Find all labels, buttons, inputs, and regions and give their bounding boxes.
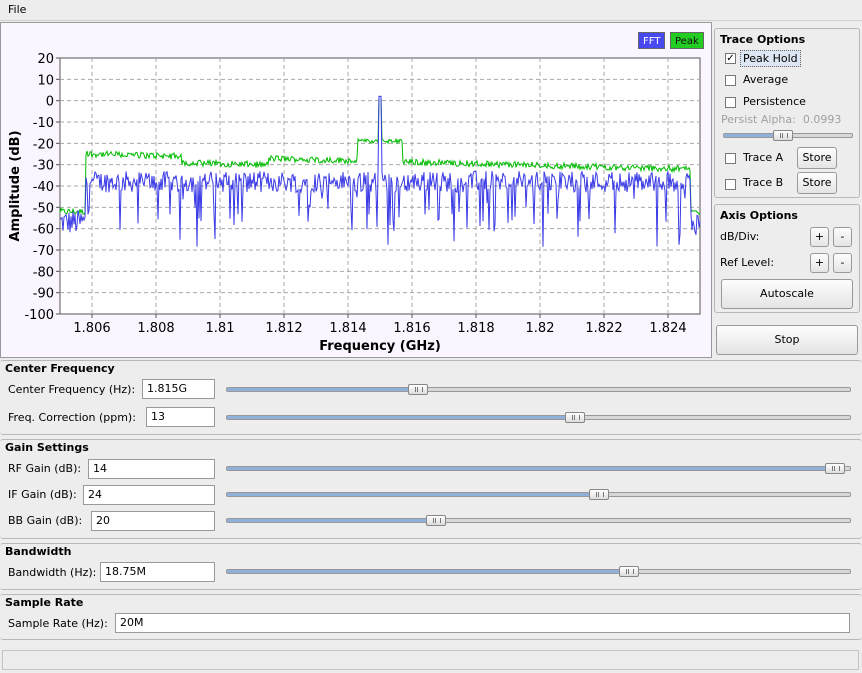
bandwidth-title: Bandwidth <box>5 545 72 558</box>
y-tick-label: -20 <box>33 137 54 152</box>
bb-gain-slider-track[interactable] <box>226 518 851 523</box>
bandwidth-label: Bandwidth (Hz): <box>8 566 97 579</box>
x-axis-label: Frequency (GHz) <box>319 339 441 354</box>
if-gain-slider-track[interactable] <box>226 492 851 497</box>
gain-settings-title: Gain Settings <box>5 441 89 454</box>
side-panel: Trace Options ✓ Peak Hold Average Persis… <box>714 22 862 358</box>
center-frequency-group: Center Frequency Center Frequency (Hz): … <box>0 360 862 435</box>
x-tick-label: 1.806 <box>73 321 110 336</box>
average-label[interactable]: Average <box>743 73 788 86</box>
axis-options-title: Axis Options <box>720 209 798 222</box>
spectrum-plot-frame: FFT Peak 20 10 0 -10 -20 -30 -40 -50 -60 -70 -80 -9… <box>0 22 712 358</box>
y-tick-label: -100 <box>24 308 54 323</box>
bandwidth-group: Bandwidth Bandwidth (Hz): 18.75M <box>0 543 862 590</box>
freq-correction-slider-handle[interactable] <box>565 412 585 423</box>
trace-b-store-button[interactable]: Store <box>797 172 837 194</box>
center-frequency-label: Center Frequency (Hz): <box>8 383 136 396</box>
x-tick-label: 1.818 <box>457 321 494 336</box>
status-bar <box>2 650 859 670</box>
y-tick-label: -80 <box>33 265 54 280</box>
sample-rate-group: Sample Rate Sample Rate (Hz): 20M <box>0 594 862 640</box>
gain-settings-group: Gain Settings RF Gain (dB): 14 IF Gain (… <box>0 439 862 539</box>
y-tick-label: -50 <box>33 201 54 216</box>
center-frequency-input[interactable]: 1.815G <box>142 379 215 399</box>
ref-level-label: Ref Level: <box>720 256 775 269</box>
freq-correction-label: Freq. Correction (ppm): <box>8 411 136 424</box>
x-tick-label: 1.808 <box>137 321 174 336</box>
y-tick-label: -90 <box>33 287 54 302</box>
db-div-plus-button[interactable]: + <box>810 227 829 247</box>
center-frequency-slider-handle[interactable] <box>408 384 428 395</box>
spectrum-plot[interactable]: 20 10 0 -10 -20 -30 -40 -50 -60 -70 -80 -90 -100 1.8… <box>1 23 711 357</box>
bb-gain-label: BB Gain (dB): <box>8 514 83 527</box>
x-tick-label: 1.812 <box>265 321 302 336</box>
x-tick-label: 1.822 <box>585 321 622 336</box>
y-tick-label: -70 <box>33 244 54 259</box>
x-tick-label: 1.814 <box>329 321 366 336</box>
peak-hold-checkbox[interactable]: ✓ <box>725 53 736 64</box>
y-tick-label: -10 <box>33 116 54 131</box>
y-tick-label: -40 <box>33 180 54 195</box>
y-tick-label: 20 <box>37 52 54 67</box>
ref-level-plus-button[interactable]: + <box>810 253 829 273</box>
menu-file[interactable]: File <box>8 3 26 16</box>
trace-options-group: Trace Options ✓ Peak Hold Average Persis… <box>714 28 860 198</box>
sample-rate-title: Sample Rate <box>5 596 84 609</box>
bandwidth-slider-track[interactable] <box>226 569 851 574</box>
rf-gain-input[interactable]: 14 <box>88 459 215 479</box>
sample-rate-label: Sample Rate (Hz): <box>8 617 108 630</box>
y-tick-label: 10 <box>37 73 54 88</box>
persist-alpha-slider-handle[interactable] <box>773 130 793 141</box>
axis-options-group: Axis Options dB/Div: + - Ref Level: + - … <box>714 204 860 313</box>
x-tick-labels: 1.806 1.808 1.81 1.812 1.814 1.816 1.818 1.82 1.… <box>73 321 686 336</box>
y-tick-label: 0 <box>46 95 54 110</box>
trace-b-label[interactable]: Trace B <box>743 176 783 189</box>
freq-correction-slider-track[interactable] <box>226 415 851 420</box>
freq-correction-input[interactable]: 13 <box>146 407 215 427</box>
stop-button[interactable]: Stop <box>716 325 858 355</box>
bandwidth-slider-handle[interactable] <box>619 566 639 577</box>
bb-gain-slider-handle[interactable] <box>426 515 446 526</box>
rf-gain-slider-track[interactable] <box>226 466 851 471</box>
trace-a-label[interactable]: Trace A <box>743 151 783 164</box>
persistence-checkbox[interactable] <box>725 97 736 108</box>
rf-gain-label: RF Gain (dB): <box>8 462 82 475</box>
trace-a-checkbox[interactable] <box>725 153 736 164</box>
average-checkbox[interactable] <box>725 75 736 86</box>
if-gain-slider-handle[interactable] <box>589 489 609 500</box>
center-frequency-slider-track[interactable] <box>226 387 851 392</box>
x-tick-label: 1.82 <box>526 321 555 336</box>
trace-b-checkbox[interactable] <box>725 179 736 190</box>
trace-a-store-button[interactable]: Store <box>797 147 837 169</box>
rf-gain-slider-handle[interactable] <box>825 463 845 474</box>
sample-rate-input[interactable]: 20M <box>115 613 850 633</box>
persistence-label[interactable]: Persistence <box>743 95 806 108</box>
y-axis-label: Amplitude (dB) <box>8 130 23 241</box>
peak-hold-label[interactable]: Peak Hold <box>740 50 801 67</box>
center-frequency-title: Center Frequency <box>5 362 115 375</box>
db-div-label: dB/Div: <box>720 230 760 243</box>
y-tick-labels: 20 10 0 -10 -20 -30 -40 -50 -60 -70 -80 -90 -100 <box>24 52 54 323</box>
persist-alpha-label: Persist Alpha: 0.0993 <box>721 113 842 126</box>
y-tick-label: -30 <box>33 159 54 174</box>
x-tick-label: 1.816 <box>393 321 430 336</box>
menu-bar: File <box>0 0 862 21</box>
db-div-minus-button[interactable]: - <box>833 227 852 247</box>
autoscale-button[interactable]: Autoscale <box>721 279 853 309</box>
bandwidth-input[interactable]: 18.75M <box>100 562 215 582</box>
bb-gain-input[interactable]: 20 <box>91 511 215 531</box>
if-gain-label: IF Gain (dB): <box>8 488 77 501</box>
trace-options-title: Trace Options <box>720 33 806 46</box>
y-tick-label: -60 <box>33 223 54 238</box>
if-gain-input[interactable]: 24 <box>83 485 215 505</box>
ref-level-minus-button[interactable]: - <box>833 253 852 273</box>
x-tick-label: 1.81 <box>206 321 235 336</box>
x-tick-label: 1.824 <box>649 321 686 336</box>
